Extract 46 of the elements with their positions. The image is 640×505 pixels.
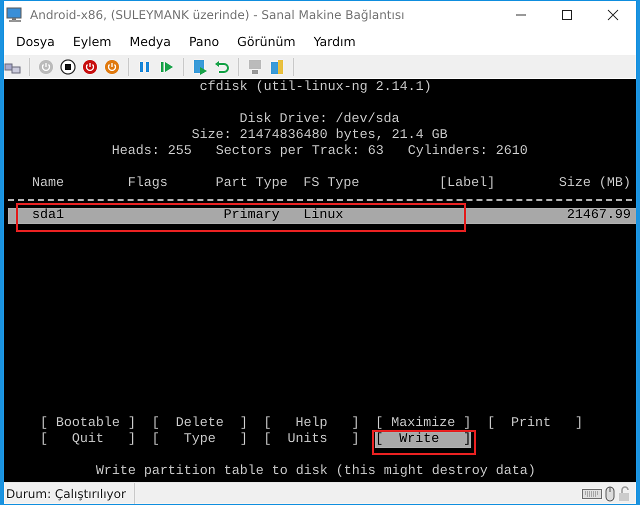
document-icon[interactable] [268, 58, 286, 76]
keyboard-icon [582, 488, 602, 498]
fs-type: Linux [303, 208, 344, 224]
status-text: Durum: Çalıştırılıyor [4, 483, 135, 504]
command-button[interactable]: [ Maximize ] [375, 416, 472, 432]
power-icon[interactable] [103, 58, 121, 76]
disk-info: Heads: 255 Sectors per Track: 63 Cylinders: 2610 [112, 144, 527, 160]
checkpoint-icon[interactable] [191, 58, 209, 76]
column-header: Part Type [216, 176, 288, 192]
partition-name: sda1 [32, 208, 64, 224]
menu-item[interactable]: Pano [180, 32, 228, 52]
menu-item[interactable]: Yardım [304, 32, 365, 52]
column-header: Size (MB) [558, 176, 631, 192]
command-button[interactable]: [ Bootable ] [40, 416, 136, 432]
program-title: cfdisk (util-linux-ng 2.14.1) [200, 80, 432, 96]
command-button[interactable]: [ Delete ] [152, 416, 248, 432]
menu-item[interactable]: Medya [120, 32, 180, 52]
part-type: Primary [224, 208, 280, 224]
menu-item[interactable]: Dosya [7, 32, 64, 52]
command-button[interactable]: [ Type ] [152, 432, 248, 448]
close-icon[interactable] [607, 9, 619, 21]
stop-icon[interactable] [59, 58, 77, 76]
lock-icon [618, 486, 632, 502]
mouse-icon [605, 486, 615, 502]
column-header: FS Type [303, 176, 360, 192]
command-button[interactable]: [ Units ] [264, 432, 360, 448]
revert-icon[interactable] [213, 58, 231, 76]
maximize-icon[interactable] [561, 9, 573, 21]
command-button[interactable]: [ Print ] [487, 416, 583, 432]
power-icon[interactable] [81, 58, 99, 76]
window-title: Android-x86, (SULEYMANK üzerinde) - Sanal Makine Bağlantısı [30, 8, 406, 22]
monitor-icon [6, 7, 24, 23]
command-button[interactable]: [ Quit ] [40, 432, 136, 448]
column-header: Flags [128, 176, 168, 192]
partition-size: 21467.99 [566, 208, 631, 224]
column-header: Name [32, 176, 64, 192]
menu-item[interactable]: Görünüm [228, 32, 305, 52]
command-button[interactable]: [ Help ] [264, 416, 360, 432]
partition-row[interactable]: sda1 Primary Linux 21467.99 [8, 208, 636, 224]
column-header: [Label] [439, 176, 496, 192]
disk-info: Disk Drive: /dev/sda [240, 112, 400, 128]
command-button[interactable]: [ Write ] [375, 432, 472, 448]
menu-item[interactable]: Eylem [64, 32, 120, 52]
computer-icon[interactable] [246, 58, 264, 76]
help-message: Write partition table to disk (this might destroy data) [96, 464, 535, 480]
disk-info: Size: 21474836480 bytes, 21.4 GB [192, 128, 448, 144]
